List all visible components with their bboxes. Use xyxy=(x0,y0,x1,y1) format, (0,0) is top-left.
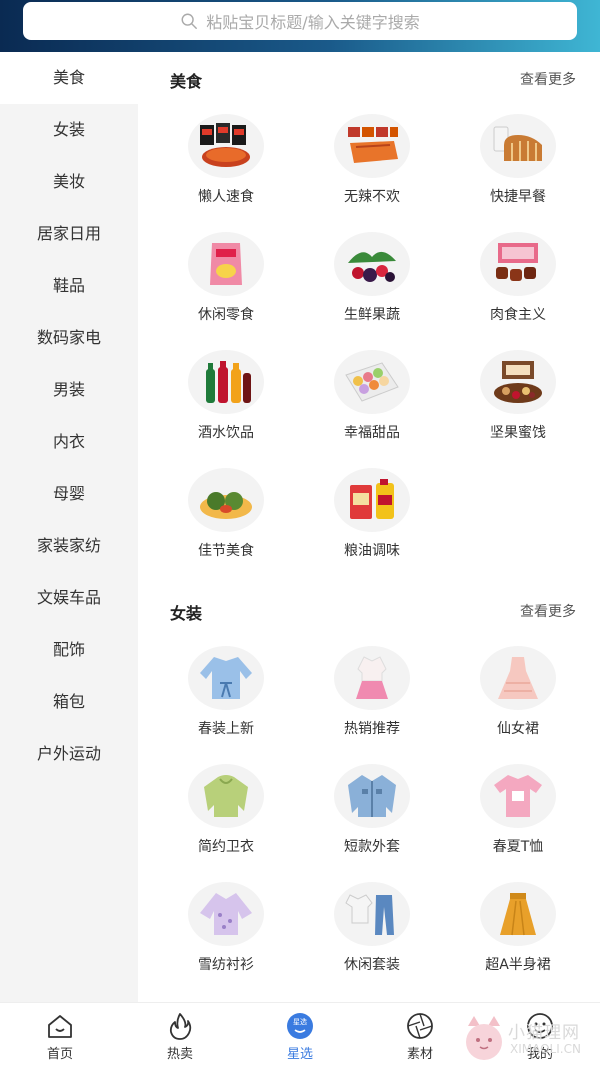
category-label: 超A半身裙 xyxy=(485,957,551,973)
category-item[interactable]: 快捷早餐 xyxy=(458,114,578,206)
a-line-skirt-icon xyxy=(480,882,556,946)
search-icon xyxy=(181,13,198,29)
spicy-snack-icon xyxy=(334,114,410,178)
see-more-womens-link[interactable]: 查看更多 xyxy=(520,601,576,621)
category-label: 生鲜果蔬 xyxy=(344,307,400,323)
sidebar-item-womens[interactable]: 女装 xyxy=(0,104,138,156)
category-item[interactable]: 肉食主义 xyxy=(458,232,578,324)
tab-label: 素材 xyxy=(406,1047,433,1062)
category-label: 肉食主义 xyxy=(490,307,546,323)
category-content: 美食 查看更多 懒人速食 无辣不欢 快捷早餐 休闲零食 生鲜果蔬 肉食主义 酒水… xyxy=(138,52,600,1002)
see-more-food-link[interactable]: 查看更多 xyxy=(520,69,576,89)
drink-bottles-icon xyxy=(188,350,264,414)
flame-icon xyxy=(169,1013,192,1040)
casual-set-icon xyxy=(334,882,410,946)
section-title-food: 美食 xyxy=(170,72,203,91)
category-item[interactable]: 酒水饮品 xyxy=(166,350,286,442)
tab-materials[interactable]: 素材 xyxy=(360,1003,480,1067)
nuts-box-icon xyxy=(480,350,556,414)
category-item[interactable]: 无辣不欢 xyxy=(312,114,432,206)
category-item[interactable]: 仙女裙 xyxy=(458,646,578,738)
category-label: 休闲套装 xyxy=(344,957,400,973)
svg-text:星选: 星选 xyxy=(293,1017,307,1026)
berries-icon xyxy=(334,232,410,296)
sidebar-item-shoes[interactable]: 鞋品 xyxy=(0,260,138,312)
sidebar-item-outdoor[interactable]: 户外运动 xyxy=(0,728,138,780)
category-label: 热销推荐 xyxy=(344,721,400,737)
star-select-icon: 星选 xyxy=(287,1013,313,1039)
rice-oil-icon xyxy=(334,468,410,532)
tab-hot[interactable]: 热卖 xyxy=(120,1003,240,1067)
tab-label: 首页 xyxy=(46,1047,73,1062)
sidebar-item-entertainment[interactable]: 文娱车品 xyxy=(0,572,138,624)
category-item[interactable]: 短款外套 xyxy=(312,764,432,856)
hoodie-icon xyxy=(188,764,264,828)
category-label: 快捷早餐 xyxy=(490,189,546,205)
header-bar: 粘贴宝贝标题/输入关键字搜索 xyxy=(0,0,600,52)
category-item[interactable]: 佳节美食 xyxy=(166,468,286,560)
category-label: 酒水饮品 xyxy=(198,425,254,441)
category-label: 春装上新 xyxy=(198,721,254,737)
section-title-womens: 女装 xyxy=(170,604,203,623)
category-item[interactable]: 坚果蜜饯 xyxy=(458,350,578,442)
beef-jerky-icon xyxy=(480,232,556,296)
category-sidebar: 美食 女装 美妆 居家日用 鞋品 数码家电 男装 内衣 母婴 家装家纺 文娱车品… xyxy=(0,52,138,1002)
watermark-text: 小猫理网 xyxy=(508,1023,580,1043)
home-icon xyxy=(48,1015,72,1038)
sidebar-item-baby[interactable]: 母婴 xyxy=(0,468,138,520)
sidebar-item-electronics[interactable]: 数码家电 xyxy=(0,312,138,364)
tab-star-select[interactable]: 星选 星选 xyxy=(240,1003,360,1067)
category-label: 雪纺衬衫 xyxy=(198,957,254,973)
sidebar-item-beauty[interactable]: 美妆 xyxy=(0,156,138,208)
qingtuan-icon xyxy=(188,468,264,532)
denim-jacket-icon xyxy=(334,764,410,828)
category-label: 坚果蜜饯 xyxy=(490,425,546,441)
sidebar-item-underwear[interactable]: 内衣 xyxy=(0,416,138,468)
category-label: 仙女裙 xyxy=(497,721,539,737)
instant-noodles-icon xyxy=(188,114,264,178)
category-item[interactable]: 休闲零食 xyxy=(166,232,286,324)
category-item[interactable]: 超A半身裙 xyxy=(458,882,578,974)
category-item[interactable]: 休闲套装 xyxy=(312,882,432,974)
category-item[interactable]: 简约卫衣 xyxy=(166,764,286,856)
watermark-url: XIMAOLI.CN xyxy=(510,1042,581,1056)
category-label: 懒人速食 xyxy=(198,189,254,205)
sidebar-item-food[interactable]: 美食 xyxy=(0,52,138,104)
category-label: 简约卫衣 xyxy=(198,839,254,855)
category-item[interactable]: 生鲜果蔬 xyxy=(312,232,432,324)
tab-label: 热卖 xyxy=(166,1047,193,1062)
chiffon-shirt-icon xyxy=(188,882,264,946)
tab-label: 星选 xyxy=(286,1047,313,1062)
sidebar-item-bags[interactable]: 箱包 xyxy=(0,676,138,728)
category-label: 休闲零食 xyxy=(198,307,254,323)
category-item[interactable]: 热销推荐 xyxy=(312,646,432,738)
bread-milk-icon xyxy=(480,114,556,178)
category-item[interactable]: 幸福甜品 xyxy=(312,350,432,442)
category-label: 无辣不欢 xyxy=(344,189,400,205)
category-item[interactable]: 春夏T恤 xyxy=(458,764,578,856)
category-label: 短款外套 xyxy=(344,839,400,855)
search-input[interactable]: 粘贴宝贝标题/输入关键字搜索 xyxy=(23,2,577,40)
blouse-icon xyxy=(188,646,264,710)
fairy-dress-icon xyxy=(480,646,556,710)
sidebar-item-mens[interactable]: 男装 xyxy=(0,364,138,416)
macaron-box-icon xyxy=(334,350,410,414)
sidebar-item-accessories[interactable]: 配饰 xyxy=(0,624,138,676)
category-label: 佳节美食 xyxy=(198,543,254,559)
tab-home[interactable]: 首页 xyxy=(0,1003,120,1067)
search-placeholder: 粘贴宝贝标题/输入关键字搜索 xyxy=(206,13,420,32)
tshirt-icon xyxy=(480,764,556,828)
category-label: 幸福甜品 xyxy=(344,425,400,441)
category-label: 粮油调味 xyxy=(344,543,400,559)
category-item[interactable]: 粮油调味 xyxy=(312,468,432,560)
sidebar-item-household[interactable]: 居家日用 xyxy=(0,208,138,260)
sidebar-item-home-textile[interactable]: 家装家纺 xyxy=(0,520,138,572)
category-item[interactable]: 雪纺衬衫 xyxy=(166,882,286,974)
category-item[interactable]: 懒人速食 xyxy=(166,114,286,206)
aperture-icon xyxy=(407,1013,433,1039)
dress-set-icon xyxy=(334,646,410,710)
category-label: 春夏T恤 xyxy=(492,839,544,855)
category-item[interactable]: 春装上新 xyxy=(166,646,286,738)
chips-bag-icon xyxy=(188,232,264,296)
